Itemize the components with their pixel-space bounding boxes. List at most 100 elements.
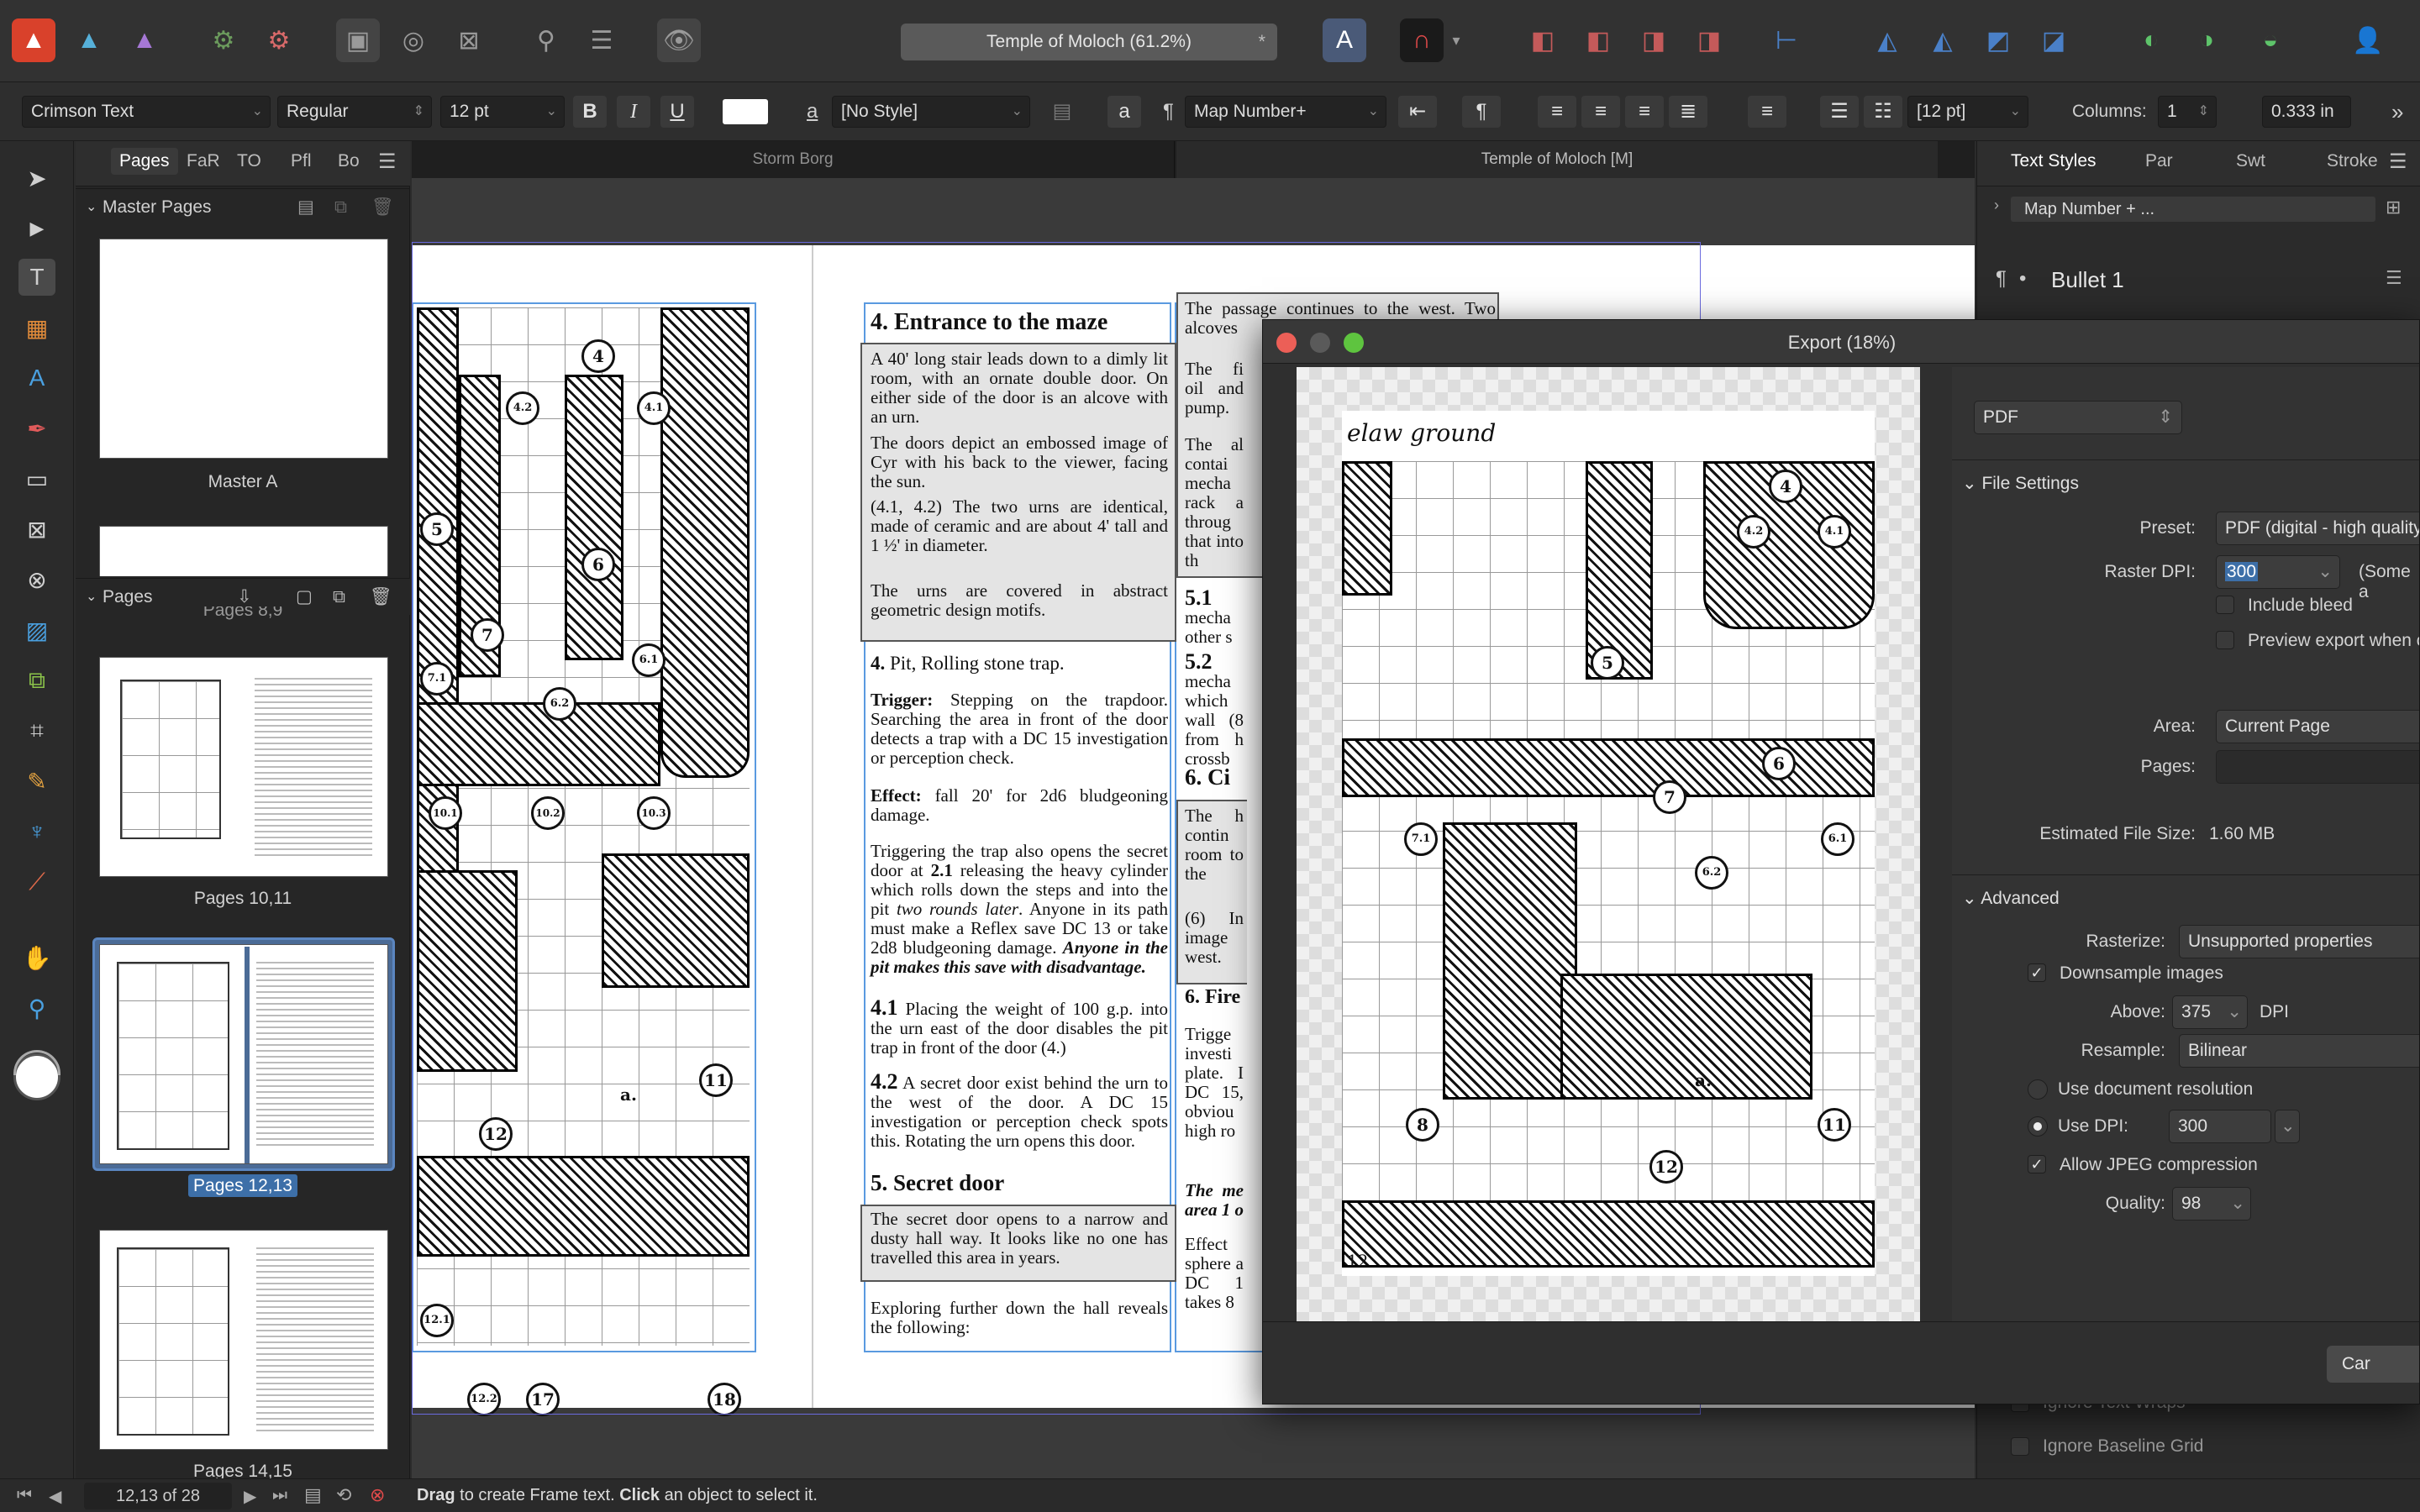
bullet-list-icon[interactable]: ☰ xyxy=(1820,96,1859,128)
first-page-icon[interactable]: ⏮ xyxy=(17,1486,32,1505)
pin-icon[interactable]: ⚲ xyxy=(524,18,568,62)
snapping-magnet-icon[interactable]: ∩ xyxy=(1400,18,1444,62)
next-page-icon[interactable]: ▶ xyxy=(244,1486,256,1507)
area-select[interactable]: Current Page xyxy=(2216,710,2419,743)
italic-button[interactable]: I xyxy=(617,96,650,128)
tab-storm-borg[interactable]: Storm Borg xyxy=(412,141,1175,178)
master-b-thumbnail[interactable] xyxy=(99,526,388,576)
picture-frame-tool-icon[interactable]: ⊠ xyxy=(18,511,55,548)
update-para-style-icon[interactable]: ⇤ xyxy=(1398,96,1437,128)
style-menu-icon[interactable]: ☰ xyxy=(2386,267,2402,289)
vertical-align-icon[interactable]: ≡ xyxy=(1748,96,1786,128)
close-document-icon[interactable]: * xyxy=(1258,31,1265,53)
boolean-intersect-icon[interactable]: ◒ xyxy=(2249,18,2292,62)
paragraph-style-glyph[interactable]: a xyxy=(1107,96,1141,128)
columns-field[interactable]: 1 ⇕ xyxy=(2158,96,2217,128)
cancel-button[interactable]: Car xyxy=(2327,1346,2419,1383)
font-family-select[interactable]: Crimson Text ⌄ xyxy=(22,96,271,128)
advanced-section[interactable]: ⌄ Advanced xyxy=(1962,888,2060,909)
tab-find-replace[interactable]: FaR xyxy=(187,151,220,171)
tab-pages[interactable]: Pages xyxy=(111,148,178,175)
frame-text-tool-icon[interactable]: T xyxy=(18,259,55,296)
boolean-subtract-icon[interactable]: ◑ xyxy=(2185,18,2228,62)
page-view-icon[interactable]: ▤ xyxy=(304,1484,322,1506)
preflight-icon[interactable]: 👁 xyxy=(657,18,701,62)
use-dpi-dropdown[interactable]: ⌄ xyxy=(2275,1110,2300,1143)
show-special-chars-icon[interactable]: ¶ xyxy=(1462,96,1501,128)
tab-toc[interactable]: TO xyxy=(237,151,261,171)
snapping-dropdown-icon[interactable]: ▾ xyxy=(1444,18,1469,62)
include-bleed-checkbox[interactable] xyxy=(2216,596,2234,614)
chevron-right-icon[interactable]: › xyxy=(1994,197,1999,214)
character-style-select[interactable]: [No Style] ⌄ xyxy=(832,96,1030,128)
duplicate-master-icon[interactable]: ⧉ xyxy=(334,189,347,226)
spread-thumbnail[interactable] xyxy=(99,1230,388,1450)
numbered-list-icon[interactable]: ☷ xyxy=(1864,96,1902,128)
left-page[interactable]: 4 4.2 4.1 5 6 7 6.1 7.1 6.2 10.1 10.2 10… xyxy=(412,245,812,1416)
arrange-backward-icon[interactable]: ◧ xyxy=(1576,18,1620,62)
align-left-text-icon[interactable]: ≡ xyxy=(1538,96,1576,128)
boolean-add-icon[interactable]: ◐ xyxy=(2129,18,2173,62)
tab-swatches[interactable]: Swt xyxy=(2236,151,2265,171)
leading-field[interactable]: [12 pt] ⌄ xyxy=(1907,96,2028,128)
above-field[interactable]: 375 ⌄ xyxy=(2172,995,2248,1029)
underline-button[interactable]: U xyxy=(660,96,694,128)
artistic-text-tool-icon[interactable]: A xyxy=(18,360,55,396)
tab-text-styles[interactable]: Text Styles xyxy=(2011,151,2096,171)
preset-select[interactable]: PDF (digital - high quality) xyxy=(2216,512,2419,545)
allow-jpeg-checkbox[interactable]: ✓ xyxy=(2028,1155,2046,1173)
fill-tool-icon[interactable]: ✎ xyxy=(18,763,55,800)
tab-preflight[interactable]: Pfl xyxy=(291,151,312,171)
table-tool-icon[interactable]: ▦ xyxy=(18,309,55,346)
bullet-style-label[interactable]: Bullet 1 xyxy=(2051,267,2124,293)
raster-dpi-field[interactable]: 300 ⌄ xyxy=(2216,555,2340,589)
justify-text-icon[interactable]: ≣ xyxy=(1669,96,1707,128)
tab-stroke[interactable]: Stroke xyxy=(2327,151,2378,171)
zoom-tool-icon[interactable]: ⚲ xyxy=(18,990,55,1026)
document-title[interactable]: Temple of Moloch (61.2%) * xyxy=(901,24,1277,60)
preferences-gear-icon[interactable]: ⚙ xyxy=(202,18,245,62)
user-account-icon[interactable]: 👤 xyxy=(2346,18,2390,62)
align-right-text-icon[interactable]: ≡ xyxy=(1625,96,1664,128)
tab-temple-of-moloch[interactable]: Temple of Moloch [M] xyxy=(1176,141,1938,178)
rotate-icon[interactable]: ◪ xyxy=(2032,18,2075,62)
text-color-swatch[interactable] xyxy=(723,99,768,124)
color-picker-tool-icon[interactable]: ⟋ xyxy=(18,864,55,900)
publisher-persona-icon[interactable]: ▲ xyxy=(12,18,55,62)
style-options-icon[interactable]: ⊞ xyxy=(2386,197,2401,218)
overflow-chevron-icon[interactable]: » xyxy=(2391,96,2403,128)
quality-field[interactable]: 98 ⌄ xyxy=(2172,1187,2251,1221)
use-dpi-radio[interactable] xyxy=(2028,1116,2048,1137)
last-page-icon[interactable]: ⏭ xyxy=(272,1486,287,1505)
align-center-text-icon[interactable]: ≡ xyxy=(1581,96,1620,128)
photo-persona-icon[interactable]: ▲ xyxy=(123,18,166,62)
paragraph-style-select[interactable]: Map Number+ ⌄ xyxy=(1185,96,1386,128)
ellipse-frame-tool-icon[interactable]: ⊗ xyxy=(18,561,55,598)
flip-horizontal-icon[interactable]: ◭ xyxy=(1865,18,1909,62)
text-frame-icon[interactable]: A xyxy=(1323,18,1366,62)
pen-tool-icon[interactable]: ✒ xyxy=(18,410,55,447)
arrange-back-icon[interactable]: ◧ xyxy=(1521,18,1565,62)
file-settings-section[interactable]: ⌄ File Settings xyxy=(1962,473,2079,494)
hand-tool-icon[interactable]: ✋ xyxy=(18,939,55,976)
rasterize-select[interactable]: Unsupported properties xyxy=(2179,925,2419,958)
spread-thumbnail-selected[interactable] xyxy=(99,944,388,1164)
format-select[interactable]: PDF ⇕ xyxy=(1974,401,2182,434)
page-counter[interactable]: 12,13 of 28 xyxy=(84,1483,232,1509)
transparency-tool-icon[interactable]: ♆ xyxy=(18,813,55,850)
use-doc-resolution-radio[interactable] xyxy=(2028,1079,2048,1100)
studio-option[interactable]: Ignore Baseline Grid xyxy=(2011,1436,2203,1470)
font-size-field[interactable]: 12 pt ⌄ xyxy=(440,96,565,128)
arrange-forward-icon[interactable]: ◨ xyxy=(1632,18,1676,62)
tab-paragraph[interactable]: Par xyxy=(2145,151,2173,171)
move-tool-icon[interactable]: ➤ xyxy=(18,160,55,197)
sync-icon[interactable]: ⟲ xyxy=(336,1484,351,1506)
style-header[interactable]: Map Number + ... xyxy=(2011,197,2375,222)
checkbox[interactable] xyxy=(2011,1437,2029,1457)
align-icon[interactable]: ☰ xyxy=(580,18,623,62)
vector-crop-tool-icon[interactable]: ⧉ xyxy=(18,662,55,699)
use-dpi-field[interactable]: 300 xyxy=(2169,1110,2271,1143)
delete-master-icon[interactable]: 🗑 xyxy=(371,189,394,226)
settings-gear-icon[interactable]: ⚙ xyxy=(257,18,301,62)
master-pages-section[interactable]: ⌄ Master Pages ▤ ⧉ 🗑 xyxy=(76,188,410,225)
